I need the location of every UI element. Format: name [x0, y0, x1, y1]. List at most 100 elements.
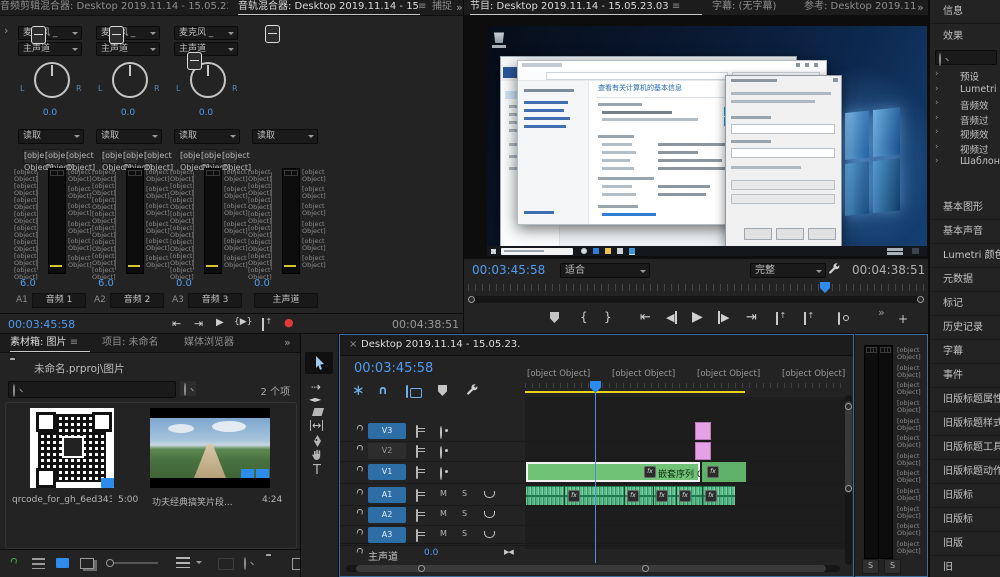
automation-mode-select[interactable]: 读取	[18, 129, 84, 144]
pan-value[interactable]: 0.0	[92, 108, 164, 118]
record-icon[interactable]: ●	[284, 316, 294, 329]
fx-badge[interactable]: fx	[656, 490, 668, 502]
msr-button[interactable]: [object Object]	[44, 149, 61, 164]
mark-in-icon[interactable]: {	[580, 310, 588, 324]
automation-mode-select[interactable]: 读取	[252, 129, 318, 144]
bin-item-video[interactable]	[150, 408, 270, 488]
scrollbar-handle-right[interactable]	[917, 296, 924, 303]
hscroll-handle-left[interactable]	[418, 565, 425, 572]
export-icon[interactable]	[262, 318, 264, 331]
master-volume-value[interactable]: 0.0	[424, 548, 438, 558]
snap-magnet-icon[interactable]: ∩	[378, 383, 388, 397]
channel-input-select[interactable]: 麦克风 _	[96, 26, 160, 40]
sidebar-panel-item[interactable]: Lumetri 颜色	[930, 244, 1000, 268]
tab-reference[interactable]: 参考: Desktop 2019.11.14 - 15.0	[804, 0, 916, 14]
vscroll-handle-bottom[interactable]	[845, 485, 852, 492]
scrollbar-handle-left[interactable]	[468, 296, 475, 303]
zoom-slider[interactable]	[106, 562, 158, 564]
effects-tree-item[interactable]: › 音频效	[930, 97, 1000, 112]
effects-tree-item[interactable]: › 视频效	[930, 126, 1000, 141]
track-target-v3[interactable]: V3	[368, 423, 406, 439]
pan-value[interactable]: 0.0	[14, 108, 86, 118]
solo-button[interactable]: S	[462, 489, 467, 498]
fader-track[interactable]	[37, 172, 38, 270]
type-tool[interactable]: T	[313, 463, 321, 478]
pen-tool[interactable]	[312, 435, 323, 447]
fader-value[interactable]: 0.0	[176, 278, 192, 289]
sidebar-panel-item[interactable]: 旧版	[930, 532, 1000, 556]
tab-project[interactable]: 项目: 未命名	[102, 334, 182, 351]
solo-button[interactable]: S	[462, 509, 467, 518]
play-in-out-icon[interactable]: {▶}	[234, 317, 252, 327]
freeform-view-icon[interactable]	[80, 558, 94, 569]
fader-value[interactable]: 0.0	[254, 278, 270, 289]
track-target-v1[interactable]: V1	[368, 464, 406, 480]
track-name-box[interactable]: 音频 2	[110, 293, 164, 308]
icon-view-icon[interactable]	[56, 558, 69, 568]
step-back-icon[interactable]: ◀	[666, 311, 677, 324]
automation-mode-select[interactable]: 读取	[174, 129, 240, 144]
fx-badge[interactable]: fx	[705, 490, 717, 502]
bin-search-button[interactable]	[180, 381, 196, 396]
fx-badge[interactable]: fx	[627, 490, 639, 502]
goto-in-icon[interactable]: ⇤	[640, 310, 651, 325]
automate-to-sequence-icon[interactable]	[218, 558, 234, 570]
sort-icon[interactable]	[176, 557, 190, 568]
zoom-fit-select[interactable]: 适合	[560, 263, 650, 278]
sync-lock-icon[interactable]	[416, 489, 418, 502]
tab-overflow-icon[interactable]: »	[917, 1, 924, 14]
lift-icon[interactable]	[776, 312, 778, 325]
sidebar-panel-item[interactable]: 基本声音	[930, 220, 1000, 244]
tab-clip-mixer[interactable]: 音频剪辑混合器: Desktop 2019.11.14 - 15.05.23.0…	[0, 0, 228, 14]
msr-button[interactable]: [object Object]	[221, 149, 238, 164]
msr-button[interactable]: [object Object]	[200, 149, 217, 164]
panel-menu-icon[interactable]: ≡	[672, 1, 680, 12]
transport-overflow-icon[interactable]: »	[878, 306, 885, 319]
timeline-ruler[interactable]: [object Object][object Object][object Ob…	[525, 365, 847, 393]
channel-output-select[interactable]: 主声道	[96, 42, 160, 56]
fader-track[interactable]	[115, 172, 116, 270]
mute-button[interactable]: M	[440, 529, 447, 538]
effects-tree-item[interactable]: › Шаблон	[930, 155, 1000, 170]
add-button-icon[interactable]: +	[898, 312, 908, 326]
panel-item-effects[interactable]: 效果	[930, 25, 1000, 49]
sidebar-panel-item[interactable]: 标记	[930, 292, 1000, 316]
sidebar-panel-item[interactable]: 旧	[930, 556, 1000, 577]
effects-tree-item[interactable]: › Lumetri	[930, 83, 1000, 98]
list-view-icon[interactable]	[32, 558, 45, 569]
panel-menu-icon[interactable]: ≡	[70, 337, 78, 348]
fx-badge[interactable]: fx	[568, 490, 580, 502]
ripple-edit-tool[interactable]: ◄►	[309, 395, 321, 404]
item-name[interactable]: 功夫经典搞笑片段...	[152, 495, 256, 508]
timeline-playhead-timecode[interactable]: 00:03:45:58	[354, 361, 433, 376]
solo-right-button[interactable]: S	[884, 559, 901, 574]
fader-handle[interactable]	[265, 25, 280, 43]
sidebar-panel-item[interactable]: 事件	[930, 364, 1000, 388]
clip-pink-v2[interactable]	[695, 442, 711, 460]
fader-value[interactable]: 6.0	[98, 278, 114, 289]
sidebar-panel-item[interactable]: 字幕	[930, 340, 1000, 364]
track-target-v2[interactable]: V2	[368, 443, 406, 459]
fader-track[interactable]	[193, 172, 194, 270]
track-target-a2[interactable]: A2	[368, 507, 406, 523]
export-frame-icon[interactable]	[838, 312, 840, 325]
add-marker-icon[interactable]	[438, 385, 447, 396]
sync-lock-icon[interactable]	[416, 466, 418, 479]
fx-badge[interactable]: fx	[707, 466, 719, 478]
chevron-right-icon[interactable]: ›	[935, 113, 939, 123]
goto-out-icon[interactable]: ⇥	[194, 317, 203, 330]
monitor-scrubber[interactable]	[468, 282, 924, 292]
sync-lock-icon[interactable]	[416, 509, 418, 522]
hscroll-handle-right[interactable]	[642, 565, 649, 572]
selection-tool[interactable]	[305, 352, 333, 374]
tab-media-browser[interactable]: 媒体浏览器	[184, 334, 260, 351]
sidebar-panel-item[interactable]: 元数据	[930, 268, 1000, 292]
monitor-playhead-timecode[interactable]: 00:03:45:58	[472, 263, 545, 277]
playback-resolution-select[interactable]: 完整	[750, 263, 826, 278]
step-forward-icon[interactable]: ▶	[718, 311, 729, 324]
monitor-scrollbar[interactable]	[470, 296, 922, 303]
solo-left-button[interactable]: S	[862, 559, 879, 574]
tab-captions[interactable]: 字幕: (无字幕)	[712, 0, 798, 14]
track-output-eye-icon[interactable]	[440, 446, 442, 459]
tab-overflow-icon[interactable]: »	[284, 336, 291, 349]
